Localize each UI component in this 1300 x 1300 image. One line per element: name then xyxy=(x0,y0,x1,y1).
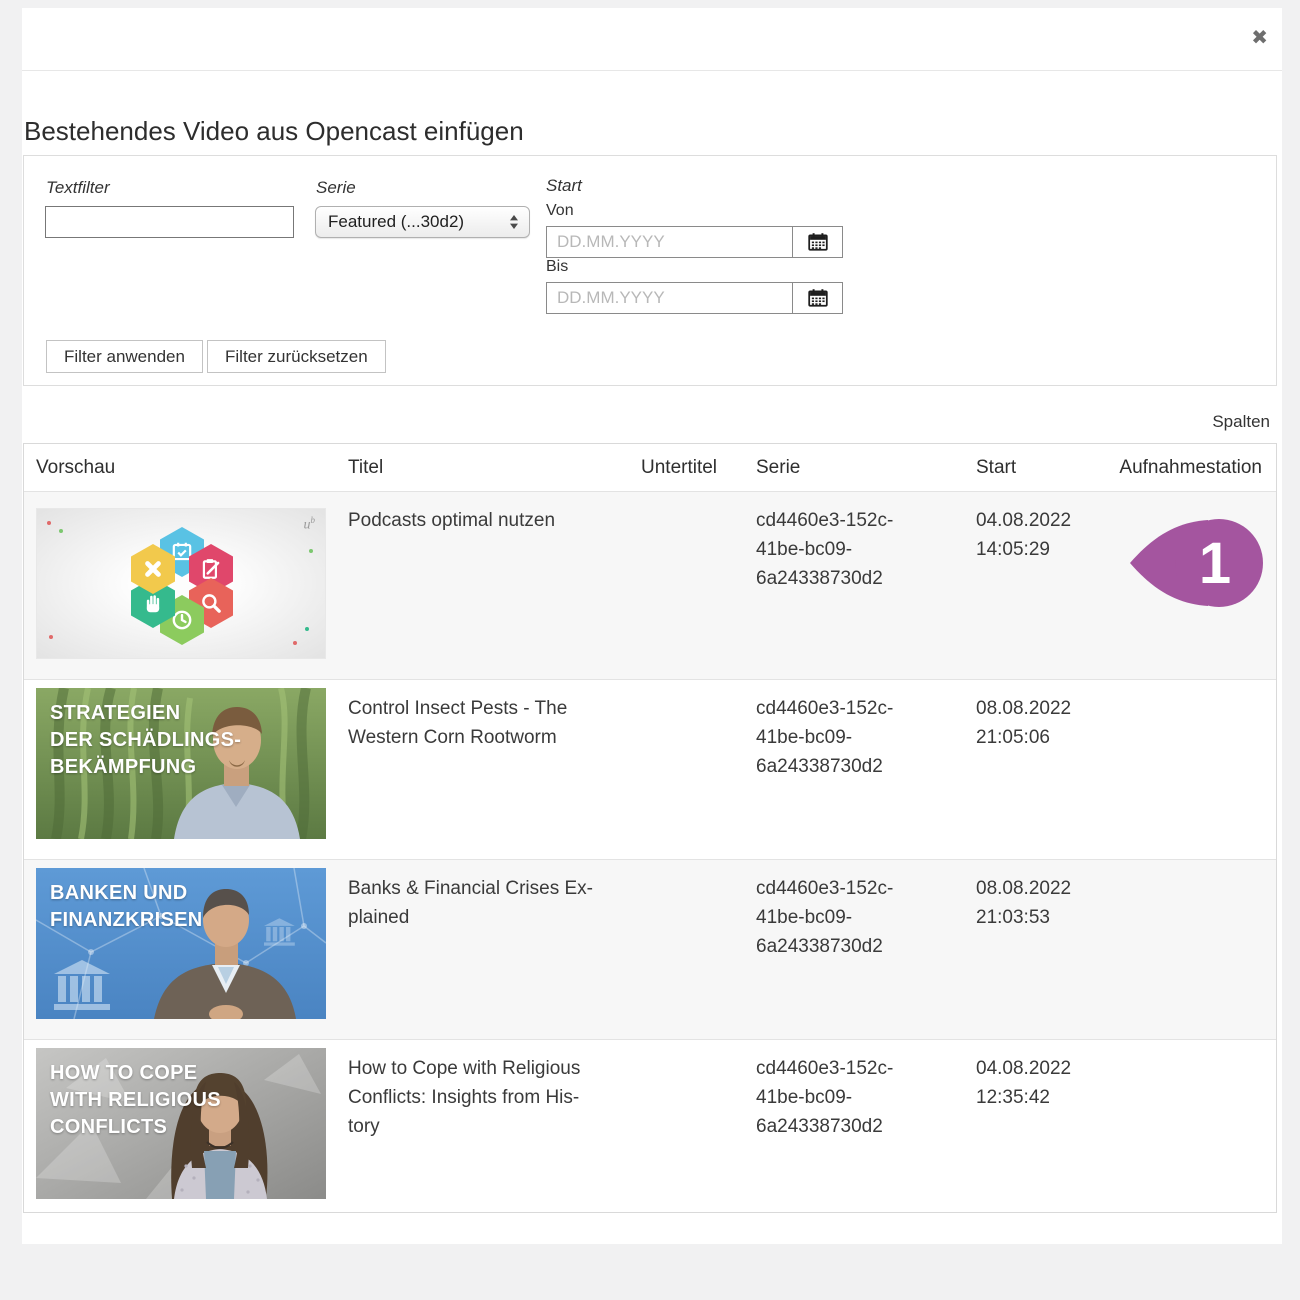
row-serie: cd4460e3-152c- 41be-bc09- 6a24338730d2 xyxy=(756,492,976,679)
row-aufnahmestation xyxy=(1101,1040,1262,1212)
col-header-vorschau: Vorschau xyxy=(36,457,348,479)
row-title[interactable]: Control Insect Pests - The Western Corn … xyxy=(348,680,641,859)
serie-select[interactable]: Featured (...30d2) xyxy=(315,206,530,238)
spalten-button[interactable]: Spalten xyxy=(1212,412,1270,432)
close-button[interactable]: ✖ xyxy=(1249,26,1270,50)
col-header-untertitel: Untertitel xyxy=(641,457,756,479)
row-start: 04.08.2022 12:35:42 xyxy=(976,1040,1101,1212)
thumbnail-podcasts[interactable]: ub xyxy=(36,508,326,659)
serie-select-value: Featured (...30d2) xyxy=(328,212,464,232)
decor-dot xyxy=(309,549,313,553)
von-calendar-button[interactable] xyxy=(793,226,843,258)
annotation-number: 1 xyxy=(1199,531,1231,596)
serie-label: Serie xyxy=(316,178,356,198)
bis-date-group xyxy=(546,282,843,314)
decor-dot xyxy=(47,521,51,525)
row-untertitel xyxy=(641,860,756,1039)
row-serie: cd4460e3-152c- 41be-bc09- 6a24338730d2 xyxy=(756,860,976,1039)
decor-dot xyxy=(305,627,309,631)
bis-label: Bis xyxy=(546,258,568,276)
thumbnail-corn-rootworm[interactable]: STRATEGIEN DER SCHÄDLINGS- BEKÄMPFUNG xyxy=(36,688,326,839)
row-serie: cd4460e3-152c- 41be-bc09- 6a24338730d2 xyxy=(756,1040,976,1212)
thumbnail-religious-conflicts[interactable]: HOW TO COPE WITH RELIGIOUS CONFLICTS xyxy=(36,1048,326,1199)
table-row[interactable]: STRATEGIEN DER SCHÄDLINGS- BEKÄMPFUNG Co… xyxy=(24,679,1276,859)
opencast-dialog: ✖ Bestehendes Video aus Opencast einfüge… xyxy=(22,8,1282,1244)
bis-calendar-button[interactable] xyxy=(793,282,843,314)
calendar-icon xyxy=(807,231,829,253)
col-header-aufnahmestation: Aufnahmestation xyxy=(1101,457,1262,479)
thumbnail-caption: STRATEGIEN DER SCHÄDLINGS- BEKÄMPFUNG xyxy=(50,700,241,781)
table-header-row: Vorschau Titel Untertitel Serie Start Au… xyxy=(24,444,1276,491)
row-title[interactable]: How to Cope with Religious Conflicts: In… xyxy=(348,1040,641,1212)
row-start: 04.08.2022 14:05:29 xyxy=(976,492,1101,679)
start-label: Start xyxy=(546,176,582,196)
table-row[interactable]: BANKEN UND FINANZKRISEN Banks & Financia… xyxy=(24,859,1276,1039)
close-icon: ✖ xyxy=(1251,27,1268,49)
dialog-topbar: ✖ xyxy=(22,8,1282,71)
row-aufnahmestation xyxy=(1101,680,1262,859)
row-aufnahmestation xyxy=(1101,860,1262,1039)
reset-filter-button[interactable]: Filter zurücksetzen xyxy=(207,340,386,373)
von-date-input[interactable] xyxy=(546,226,793,258)
col-header-titel: Titel xyxy=(348,457,641,479)
university-logo: ub xyxy=(304,516,316,533)
annotation-callout-1: 1 xyxy=(1128,517,1264,609)
thumbnail-caption: BANKEN UND FINANZKRISEN xyxy=(50,880,203,934)
col-header-start: Start xyxy=(976,457,1101,479)
select-arrows-icon xyxy=(509,214,519,230)
row-serie: cd4460e3-152c- 41be-bc09- 6a24338730d2 xyxy=(756,680,976,859)
bis-date-input[interactable] xyxy=(546,282,793,314)
row-title[interactable]: Banks & Financial Crises Ex- plained xyxy=(348,860,641,1039)
page-title: Bestehendes Video aus Opencast einfügen xyxy=(24,116,524,147)
decor-dot xyxy=(49,635,53,639)
decor-dot xyxy=(293,641,297,645)
table-row[interactable]: ub Podcasts opti xyxy=(24,491,1276,679)
row-untertitel xyxy=(641,492,756,679)
decor-dot xyxy=(59,529,63,533)
von-date-group xyxy=(546,226,843,258)
thumbnail-banks-crises[interactable]: BANKEN UND FINANZKRISEN xyxy=(36,868,326,1019)
col-header-serie: Serie xyxy=(756,457,976,479)
textfilter-label: Textfilter xyxy=(46,178,110,198)
filter-panel: Textfilter Serie Featured (...30d2) Star… xyxy=(23,155,1277,386)
row-untertitel xyxy=(641,680,756,859)
von-label: Von xyxy=(546,202,574,220)
table-row[interactable]: HOW TO COPE WITH RELIGIOUS CONFLICTS How… xyxy=(24,1039,1276,1212)
row-start: 08.08.2022 21:03:53 xyxy=(976,860,1101,1039)
thumbnail-caption: HOW TO COPE WITH RELIGIOUS CONFLICTS xyxy=(50,1060,221,1141)
textfilter-input[interactable] xyxy=(45,206,294,238)
calendar-icon xyxy=(807,287,829,309)
apply-filter-button[interactable]: Filter anwenden xyxy=(46,340,203,373)
row-start: 08.08.2022 21:05:06 xyxy=(976,680,1101,859)
results-table: Vorschau Titel Untertitel Serie Start Au… xyxy=(23,443,1277,1213)
row-title[interactable]: Podcasts optimal nutzen xyxy=(348,492,641,679)
page-background: ✖ Bestehendes Video aus Opencast einfüge… xyxy=(0,0,1300,1300)
row-untertitel xyxy=(641,1040,756,1212)
